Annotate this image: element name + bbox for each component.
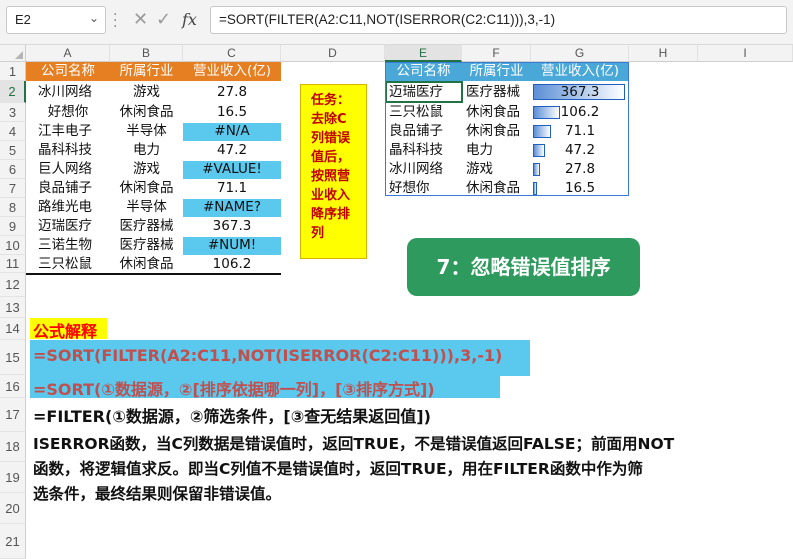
row-header-6[interactable]: 6 bbox=[0, 160, 26, 179]
row-header-13[interactable]: 13 bbox=[0, 297, 26, 318]
column-header-h[interactable]: H bbox=[629, 45, 698, 62]
explanation-formula: =SORT(FILTER(A2:C11,NOT(ISERROR(C2:C11))… bbox=[33, 346, 503, 365]
row-header-18[interactable]: 18 bbox=[0, 432, 26, 462]
task-note-line: 值后， bbox=[311, 150, 351, 165]
source-cell[interactable]: #NUM! bbox=[183, 236, 281, 255]
source-cell[interactable]: 医疗器械 bbox=[110, 217, 183, 236]
task-note-line: 降序排 bbox=[311, 207, 351, 222]
source-cell[interactable]: 半导体 bbox=[110, 198, 183, 217]
source-cell[interactable]: 路维光电 bbox=[26, 198, 110, 217]
source-cell[interactable]: 良品铺子 bbox=[26, 179, 110, 198]
source-cell[interactable]: 医疗器械 bbox=[110, 236, 183, 255]
row-header-16[interactable]: 16 bbox=[0, 375, 26, 398]
source-cell[interactable]: 游戏 bbox=[110, 81, 183, 103]
explanation-line-1: ISERROR函数，当C列数据是错误值时，返回TRUE，不是错误值返回FALSE… bbox=[33, 435, 675, 453]
source-cell[interactable]: 16.5 bbox=[183, 103, 281, 122]
source-cell[interactable]: 晶科科技 bbox=[26, 141, 110, 160]
source-cell[interactable]: 休闲食品 bbox=[110, 179, 183, 198]
source-table-bottom-border bbox=[26, 273, 281, 275]
enter-icon[interactable]: ✓ bbox=[156, 9, 171, 30]
row-header-4[interactable]: 4 bbox=[0, 122, 26, 141]
source-cell[interactable]: 半导体 bbox=[110, 122, 183, 141]
row-header-15[interactable]: 15 bbox=[0, 340, 26, 375]
row-header-9[interactable]: 9 bbox=[0, 217, 26, 236]
source-cell[interactable]: 游戏 bbox=[110, 160, 183, 179]
row-header-20[interactable]: 20 bbox=[0, 493, 26, 524]
row-header-17[interactable]: 17 bbox=[0, 398, 26, 432]
source-cell[interactable]: 106.2 bbox=[183, 255, 281, 273]
source-cell[interactable]: 47.2 bbox=[183, 141, 281, 160]
row-header-1[interactable]: 1 bbox=[0, 62, 26, 81]
task-note-line: 去除C bbox=[311, 112, 347, 127]
cancel-icon[interactable]: ✕ bbox=[133, 9, 148, 30]
name-box-value: E2 bbox=[15, 12, 31, 27]
column-header-f[interactable]: F bbox=[462, 45, 531, 62]
source-header-3: 营业收入(亿) bbox=[183, 62, 281, 81]
formula-bar: E2 ⌄ · · · ✕ ✓ fx =SORT(FILTER(A2:C11,NOT(… bbox=[0, 0, 793, 45]
task-note-line: 列错误 bbox=[311, 131, 351, 146]
source-cell[interactable]: 71.1 bbox=[183, 179, 281, 198]
source-cell[interactable]: 好想你 bbox=[26, 103, 110, 122]
filter-syntax: =FILTER(①数据源，②筛选条件，[③查无结果返回值]) bbox=[33, 407, 431, 426]
row-header-12[interactable]: 12 bbox=[0, 273, 26, 297]
source-cell[interactable]: 休闲食品 bbox=[110, 103, 183, 122]
source-cell[interactable]: 367.3 bbox=[183, 217, 281, 236]
more-options-icon[interactable]: · · · bbox=[113, 8, 117, 34]
task-note-line: 列 bbox=[311, 226, 325, 241]
task-note-line: 按照营 bbox=[311, 169, 351, 184]
explanation-line-3: 选条件，最终结果则保留非错误值。 bbox=[33, 485, 282, 503]
column-header-i[interactable]: I bbox=[698, 45, 793, 62]
column-header-g[interactable]: G bbox=[531, 45, 629, 62]
explanation-title: 公式解释 bbox=[33, 322, 98, 341]
task-note-line: 任务： bbox=[311, 93, 351, 108]
name-box[interactable]: E2 ⌄ bbox=[6, 6, 106, 34]
insert-function-icon[interactable]: fx bbox=[182, 10, 197, 29]
task-note: 任务： 去除C 列错误值后， 按照营业收入降序排列 bbox=[300, 84, 367, 259]
formula-input[interactable]: =SORT(FILTER(A2:C11,NOT(ISERROR(C2:C11))… bbox=[210, 6, 787, 34]
row-header-2[interactable]: 2 bbox=[0, 81, 26, 103]
source-cell[interactable]: 三只松鼠 bbox=[26, 255, 110, 273]
sort-syntax: =SORT(①数据源，②[排序依据哪一列]，[③排序方式]) bbox=[33, 380, 435, 399]
row-header-10[interactable]: 10 bbox=[0, 236, 26, 255]
source-cell[interactable]: 巨人网络 bbox=[26, 160, 110, 179]
source-cell[interactable]: #NAME? bbox=[183, 198, 281, 217]
source-cell[interactable]: 江丰电子 bbox=[26, 122, 110, 141]
row-header-7[interactable]: 7 bbox=[0, 179, 26, 198]
select-all-corner[interactable] bbox=[0, 45, 26, 62]
source-cell[interactable]: #VALUE! bbox=[183, 160, 281, 179]
row-header-3[interactable]: 3 bbox=[0, 103, 26, 122]
source-cell[interactable]: #N/A bbox=[183, 122, 281, 141]
column-header-a[interactable]: A bbox=[26, 45, 110, 62]
column-header-c[interactable]: C bbox=[183, 45, 281, 62]
explanation-line-2: 函数，将逻辑值求反。即当C列值不是错误值时，返回TRUE，用在FILTER函数中… bbox=[33, 460, 643, 478]
row-header-14[interactable]: 14 bbox=[0, 318, 26, 340]
column-header-d[interactable]: D bbox=[281, 45, 385, 62]
row-header-5[interactable]: 5 bbox=[0, 141, 26, 160]
column-header-e[interactable]: E bbox=[385, 45, 462, 62]
source-header-2: 所属行业 bbox=[110, 62, 183, 81]
row-header-11[interactable]: 11 bbox=[0, 255, 26, 273]
column-header-b[interactable]: B bbox=[110, 45, 183, 62]
task-note-line: 业收入 bbox=[311, 188, 351, 203]
source-cell[interactable]: 27.8 bbox=[183, 81, 281, 103]
formula-text: =SORT(FILTER(A2:C11,NOT(ISERROR(C2:C11))… bbox=[219, 12, 556, 27]
source-cell[interactable]: 迈瑞医疗 bbox=[26, 217, 110, 236]
source-cell[interactable]: 休闲食品 bbox=[110, 255, 183, 273]
spreadsheet-window: E2 ⌄ · · · ✕ ✓ fx =SORT(FILTER(A2:C11,NOT(… bbox=[0, 0, 793, 559]
source-cell[interactable]: 电力 bbox=[110, 141, 183, 160]
row-header-8[interactable]: 8 bbox=[0, 198, 26, 217]
result-table-border bbox=[385, 62, 629, 196]
source-cell[interactable]: 冰川网络 bbox=[26, 81, 110, 103]
row-header-21[interactable]: 21 bbox=[0, 524, 26, 559]
chevron-down-icon[interactable]: ⌄ bbox=[89, 11, 99, 25]
tip-banner: 7：忽略错误值排序 bbox=[407, 238, 640, 296]
source-cell[interactable]: 三诺生物 bbox=[26, 236, 110, 255]
row-header-19[interactable]: 19 bbox=[0, 462, 26, 493]
source-header-1: 公司名称 bbox=[26, 62, 110, 81]
